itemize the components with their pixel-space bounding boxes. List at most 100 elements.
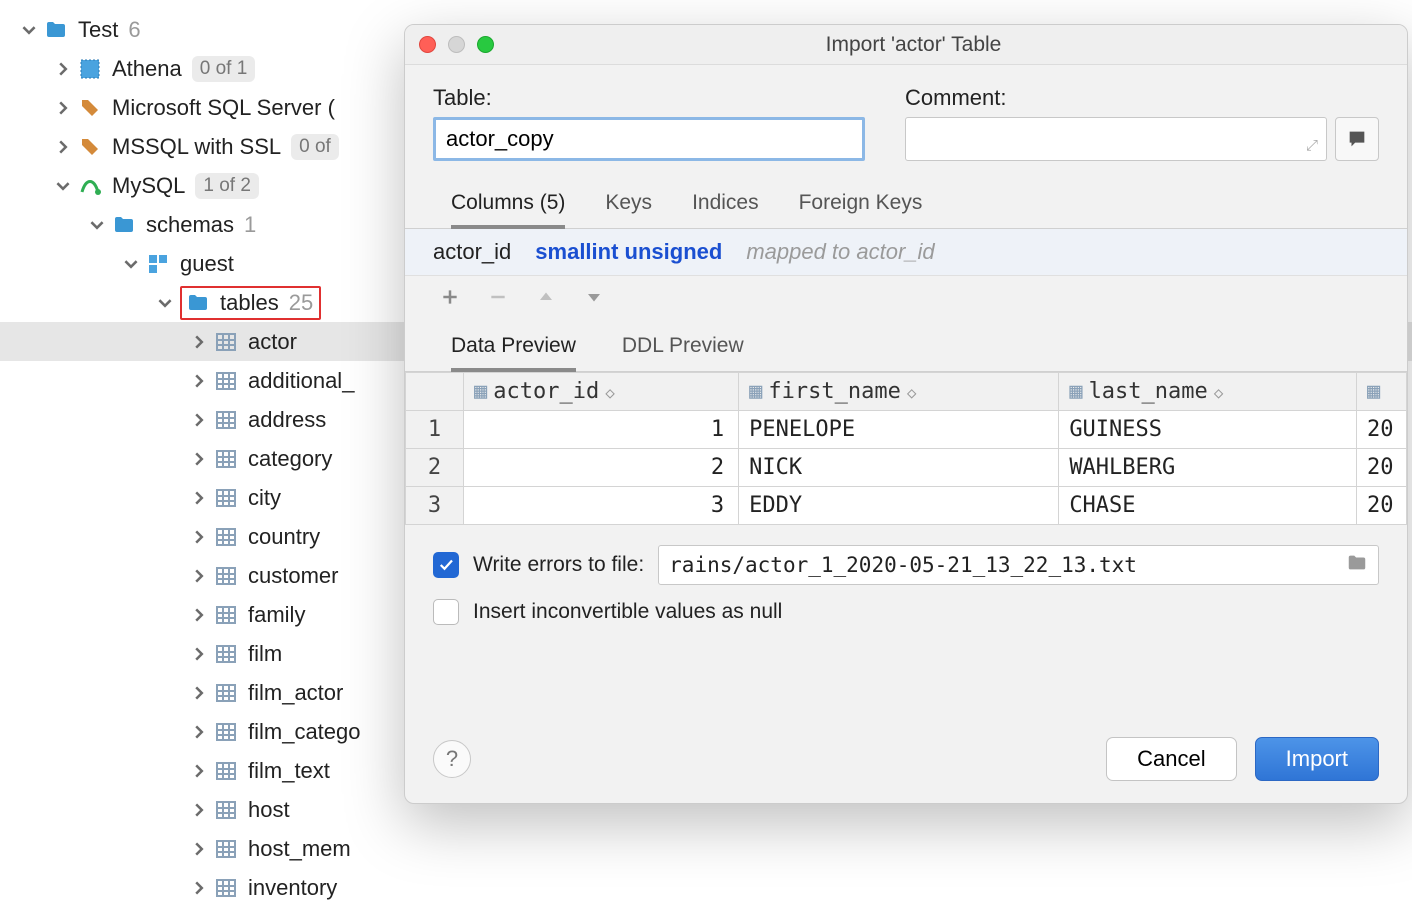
tree-table-item[interactable]: inventory bbox=[0, 868, 1412, 907]
expand-icon[interactable]: ⤢ bbox=[1306, 137, 1318, 154]
datasource-icon bbox=[78, 174, 102, 198]
chevron-right-icon[interactable] bbox=[188, 565, 210, 587]
tree-table-item[interactable]: host_mem bbox=[0, 829, 1412, 868]
chevron-right-icon[interactable] bbox=[188, 526, 210, 548]
chevron-down-icon[interactable] bbox=[120, 253, 142, 275]
tree-table-label: actor bbox=[248, 329, 297, 355]
chevron-right-icon[interactable] bbox=[188, 409, 210, 431]
chevron-right-icon[interactable] bbox=[188, 682, 210, 704]
cell: PENELOPE bbox=[739, 411, 1059, 449]
table-icon bbox=[214, 486, 238, 510]
tab-keys[interactable]: Keys bbox=[605, 185, 652, 229]
tab-data-preview[interactable]: Data Preview bbox=[451, 328, 576, 372]
chevron-right-icon[interactable] bbox=[188, 877, 210, 899]
schema-tabs: Columns (5) Keys Indices Foreign Keys bbox=[433, 185, 1379, 229]
table-icon bbox=[214, 525, 238, 549]
window-controls bbox=[419, 36, 494, 53]
sort-icon[interactable]: ◇ bbox=[907, 383, 917, 402]
tree-table-label: additional_ bbox=[248, 368, 354, 394]
col-header[interactable]: ▦first_name◇ bbox=[739, 373, 1059, 411]
tree-tables-label: tables bbox=[220, 290, 279, 316]
write-errors-checkbox[interactable] bbox=[433, 552, 459, 578]
tree-table-label: host_mem bbox=[248, 836, 351, 862]
null-checkbox[interactable] bbox=[433, 599, 459, 625]
import-button[interactable]: Import bbox=[1255, 737, 1379, 781]
cell: 20 bbox=[1357, 449, 1407, 487]
preview-tabs: Data Preview DDL Preview bbox=[433, 316, 1379, 372]
cell: 1 bbox=[464, 411, 739, 449]
chevron-right-icon[interactable] bbox=[188, 760, 210, 782]
table-row[interactable]: 33EDDYCHASE20 bbox=[406, 487, 1407, 525]
schema-icon bbox=[146, 252, 170, 276]
tree-table-label: city bbox=[248, 485, 281, 511]
tree-table-label: film_catego bbox=[248, 719, 361, 745]
cell: 20 bbox=[1357, 487, 1407, 525]
tree-table-label: customer bbox=[248, 563, 338, 589]
chevron-right-icon[interactable] bbox=[188, 370, 210, 392]
chevron-down-icon[interactable] bbox=[18, 19, 40, 41]
sort-icon[interactable]: ◇ bbox=[1214, 383, 1224, 402]
move-down-button[interactable] bbox=[583, 286, 605, 308]
column-mapping-row[interactable]: actor_id smallint unsigned mapped to act… bbox=[405, 229, 1407, 276]
tab-indices[interactable]: Indices bbox=[692, 185, 759, 229]
add-button[interactable] bbox=[439, 286, 461, 308]
minimize-window-button[interactable] bbox=[448, 36, 465, 53]
table-icon bbox=[214, 564, 238, 588]
tree-root-count: 6 bbox=[128, 17, 140, 43]
chevron-down-icon[interactable] bbox=[52, 175, 74, 197]
tab-ddl-preview[interactable]: DDL Preview bbox=[622, 328, 744, 372]
datasource-icon bbox=[78, 57, 102, 81]
cancel-button[interactable]: Cancel bbox=[1106, 737, 1236, 781]
chevron-right-icon[interactable] bbox=[188, 721, 210, 743]
chevron-down-icon[interactable] bbox=[86, 214, 108, 236]
chevron-right-icon[interactable] bbox=[188, 838, 210, 860]
table-label: Table: bbox=[433, 85, 865, 111]
errors-file-input[interactable]: rains/actor_1_2020-05-21_13_22_13.txt bbox=[658, 545, 1379, 585]
tab-columns[interactable]: Columns (5) bbox=[451, 185, 565, 229]
chevron-right-icon[interactable] bbox=[52, 97, 74, 119]
tree-table-label: inventory bbox=[248, 875, 337, 901]
zoom-window-button[interactable] bbox=[477, 36, 494, 53]
column-icon: ▦ bbox=[749, 379, 762, 404]
dialog-title: Import 'actor' Table bbox=[494, 33, 1333, 57]
chevron-right-icon[interactable] bbox=[188, 331, 210, 353]
row-number: 3 bbox=[406, 487, 464, 525]
table-name-input[interactable] bbox=[433, 117, 865, 161]
tree-table-label: film_text bbox=[248, 758, 330, 784]
table-row[interactable]: 11PENELOPEGUINESS20 bbox=[406, 411, 1407, 449]
tables-highlight: tables 25 bbox=[180, 286, 321, 320]
write-errors-option: Write errors to file: rains/actor_1_2020… bbox=[433, 545, 1379, 585]
remove-button[interactable] bbox=[487, 286, 509, 308]
chevron-right-icon[interactable] bbox=[52, 136, 74, 158]
chevron-right-icon[interactable] bbox=[188, 487, 210, 509]
col-header[interactable]: ▦last_name◇ bbox=[1059, 373, 1357, 411]
chevron-right-icon[interactable] bbox=[188, 448, 210, 470]
table-icon bbox=[214, 603, 238, 627]
help-button[interactable]: ? bbox=[433, 740, 471, 778]
move-up-button[interactable] bbox=[535, 286, 557, 308]
sort-icon[interactable]: ◇ bbox=[605, 383, 615, 402]
chevron-right-icon[interactable] bbox=[188, 799, 210, 821]
chevron-down-icon[interactable] bbox=[154, 292, 176, 314]
tree-schemas-count: 1 bbox=[244, 212, 256, 238]
close-window-button[interactable] bbox=[419, 36, 436, 53]
column-name: actor_id bbox=[433, 239, 511, 265]
comment-popup-button[interactable] bbox=[1335, 117, 1379, 161]
row-number: 2 bbox=[406, 449, 464, 487]
tree-ds-label: Athena bbox=[112, 56, 182, 82]
col-header[interactable]: ▦ bbox=[1357, 373, 1407, 411]
tab-foreign-keys[interactable]: Foreign Keys bbox=[799, 185, 923, 229]
col-header[interactable]: ▦actor_id◇ bbox=[464, 373, 739, 411]
chevron-right-icon[interactable] bbox=[52, 58, 74, 80]
tree-table-label: family bbox=[248, 602, 305, 628]
tree-ds-label: MSSQL with SSL bbox=[112, 134, 281, 160]
chevron-right-icon[interactable] bbox=[188, 604, 210, 626]
browse-folder-icon[interactable] bbox=[1346, 552, 1368, 579]
chevron-right-icon[interactable] bbox=[188, 643, 210, 665]
null-option-label: Insert inconvertible values as null bbox=[473, 600, 782, 624]
column-icon: ▦ bbox=[1069, 379, 1082, 404]
tree-table-label: address bbox=[248, 407, 326, 433]
table-icon bbox=[214, 720, 238, 744]
table-row[interactable]: 22NICKWAHLBERG20 bbox=[406, 449, 1407, 487]
comment-input[interactable]: ⤢ bbox=[905, 117, 1327, 161]
